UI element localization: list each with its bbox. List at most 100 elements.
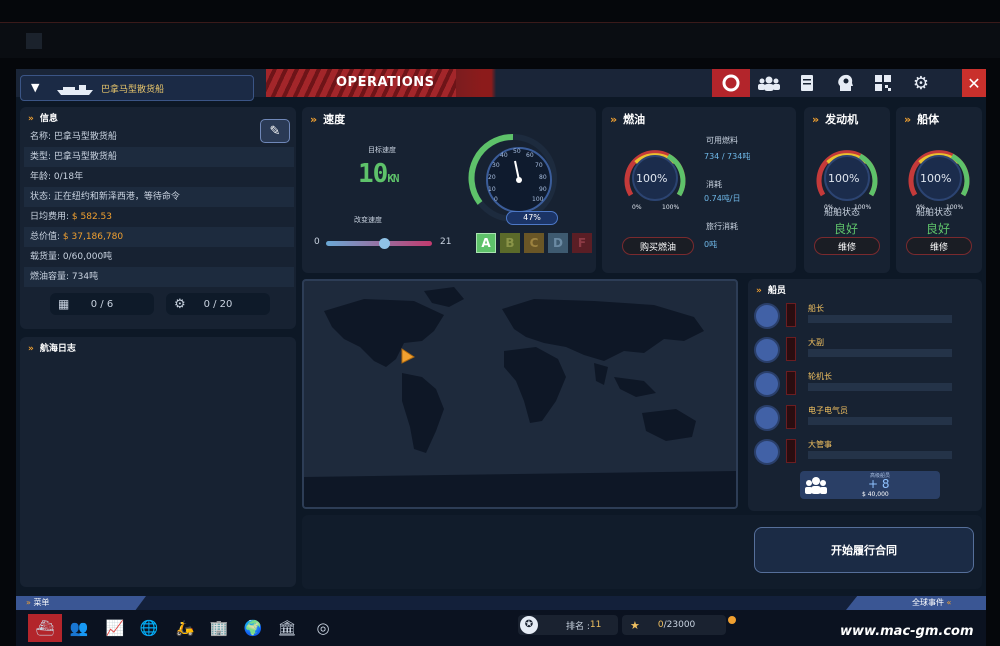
hire-crew-button[interactable]: 高级船员 + 8 $ 40,000 bbox=[800, 471, 940, 499]
stats-menu-button[interactable]: 📈 bbox=[98, 614, 132, 642]
grade-f-button[interactable]: F bbox=[572, 233, 592, 253]
grade-c-button[interactable]: C bbox=[524, 233, 544, 253]
gauge-tick-0: 0 bbox=[494, 196, 498, 203]
world-menu-button[interactable]: 🌍 bbox=[236, 614, 270, 642]
crew-slots[interactable]: ▦ 0 / 6 bbox=[50, 293, 154, 315]
crew-panel: » 船员 船长 大副 轮机长 电子电气员 大管事 高级船员 + 8 $ 40,0… bbox=[748, 279, 982, 511]
info-row-cargo: 载货量: 0/60,000吨 bbox=[30, 252, 113, 262]
grade-b-button[interactable]: B bbox=[500, 233, 520, 253]
fuel-available-label: 可用燃料 bbox=[706, 136, 738, 145]
gauge-tick-10: 10 bbox=[488, 186, 496, 193]
menu-label: » 菜单 bbox=[26, 598, 50, 607]
upgrade-slots[interactable]: ⚙ 0 / 20 bbox=[166, 293, 270, 315]
hull-title: » 船体 bbox=[904, 113, 940, 126]
people-menu-button[interactable]: 👥 bbox=[62, 614, 96, 642]
fuel-consume-label: 消耗 bbox=[706, 180, 722, 189]
speed-panel: » 速度 目标速度 10KN 改变速度 0 21 0 10 20 30 40 50 bbox=[302, 107, 596, 273]
qr-code-icon: ▦ bbox=[58, 297, 70, 311]
ship-icon: ⛴ bbox=[35, 619, 55, 637]
info-panel: » 信息 ✎ 名称: 巴拿马型散货船 类型: 巴拿马型散货船 年龄: 0/18年 … bbox=[20, 107, 296, 329]
avatar bbox=[754, 405, 780, 431]
buy-fuel-button[interactable]: 购买燃油 bbox=[622, 237, 694, 255]
crew-slot bbox=[808, 383, 952, 391]
ship-selector[interactable]: ▼ 巴拿马型散货船 bbox=[20, 75, 254, 101]
window-title: OPERATIONS bbox=[336, 75, 435, 90]
crew-member-electrician[interactable]: 电子电气员 bbox=[754, 405, 976, 433]
hire-cost: $ 40,000 bbox=[862, 491, 889, 498]
globe-menu-button[interactable]: 🌐 bbox=[132, 614, 166, 642]
world-map[interactable] bbox=[302, 279, 738, 509]
transport-menu-button[interactable]: 🛵 bbox=[168, 614, 202, 642]
qr-tab[interactable] bbox=[864, 69, 902, 97]
engine-panel: » 发动机 100% 0% 100% 船舶状态 良好 维修 bbox=[804, 107, 890, 273]
crew-member-first-mate[interactable]: 大副 bbox=[754, 337, 976, 365]
world-map-land bbox=[304, 287, 736, 507]
crew-member-captain[interactable]: 船长 bbox=[754, 303, 976, 331]
qr-code-icon bbox=[875, 75, 891, 91]
info-row-fuel: 燃油容量: 734吨 bbox=[24, 267, 294, 287]
speed-slider[interactable] bbox=[326, 238, 432, 249]
engine-repair-button[interactable]: 维修 bbox=[814, 237, 880, 255]
lifebuoy-menu-button[interactable]: ◎ bbox=[306, 614, 340, 642]
crew-role: 船长 bbox=[808, 304, 824, 313]
game-screen: OPERATIONS ▼ 巴拿马型散货船 ⚙ ✕ » 信息 ✎ 名称: 巴拿马型… bbox=[0, 0, 1000, 646]
ship-icon bbox=[57, 85, 93, 95]
gear-icon: ⚙ bbox=[174, 296, 186, 312]
gauge-tick-90: 90 bbox=[539, 186, 547, 193]
change-speed-label: 改变速度 bbox=[354, 216, 382, 224]
ship-position-marker-icon[interactable] bbox=[400, 347, 416, 365]
fuel-gauge-value: 100% bbox=[636, 172, 668, 185]
start-contract-button[interactable]: 开始履行合同 bbox=[754, 527, 974, 573]
chevron-down-icon: ▼ bbox=[31, 81, 40, 94]
speed-title: » 速度 bbox=[310, 113, 346, 126]
hull-status: 良好 bbox=[926, 222, 951, 236]
logo-icon bbox=[26, 32, 42, 49]
settings-tab[interactable]: ⚙ bbox=[902, 69, 940, 97]
fuel-title: » 燃油 bbox=[610, 113, 646, 126]
operations-window: OPERATIONS ▼ 巴拿马型散货船 ⚙ ✕ » 信息 ✎ 名称: 巴拿马型… bbox=[16, 69, 986, 596]
crew-member-chief-engineer[interactable]: 轮机长 bbox=[754, 371, 976, 399]
rank-tag bbox=[786, 405, 796, 429]
fuel-max: 100% bbox=[662, 204, 680, 211]
grade-d-button[interactable]: D bbox=[548, 233, 568, 253]
crew-member-purser[interactable]: 大管事 bbox=[754, 439, 976, 467]
grade-a-button[interactable]: A bbox=[476, 233, 496, 253]
target-speed-label: 目标速度 bbox=[368, 146, 396, 154]
crew-slot bbox=[808, 451, 952, 459]
avatar bbox=[754, 371, 780, 397]
crew-tab[interactable] bbox=[750, 69, 788, 97]
gauge-tick-20: 20 bbox=[488, 174, 496, 181]
top-toolbar bbox=[0, 22, 1000, 58]
rank-display: ✪ 排名 : 11 bbox=[518, 615, 618, 635]
ship-menu-button[interactable]: ⛴ bbox=[28, 614, 62, 642]
buildings-menu-button[interactable]: 🏢 bbox=[202, 614, 236, 642]
gauge-tick-100: 100 bbox=[532, 196, 544, 203]
bank-menu-button[interactable]: 🏛 bbox=[270, 614, 304, 642]
world-events-label[interactable]: 全球事件 « bbox=[912, 597, 951, 608]
avatar bbox=[754, 303, 780, 329]
close-button[interactable]: ✕ bbox=[962, 69, 986, 97]
info-title: » 信息 bbox=[28, 114, 58, 124]
manager-tab[interactable] bbox=[826, 69, 864, 97]
crew-role: 轮机长 bbox=[808, 372, 832, 381]
bottom-bar: » 菜单 全球事件 « ⛴ 👥 📈 🌐 🛵 🏢 🌍 🏛 ◎ ✪ 排名 : 11 … bbox=[16, 596, 986, 646]
avatar bbox=[754, 337, 780, 363]
crew-role: 电子电气员 bbox=[808, 406, 848, 415]
fuel-trip-label: 旅行消耗 bbox=[706, 222, 738, 231]
action-panel: 开始履行合同 bbox=[302, 515, 982, 589]
rank-star-icon: ✪ bbox=[520, 616, 538, 634]
crew-slot bbox=[808, 417, 952, 425]
gauge-tick-50: 50 bbox=[513, 148, 521, 155]
operations-tab[interactable] bbox=[712, 69, 750, 97]
bottom-strip bbox=[16, 596, 986, 610]
info-row-type: 类型: 巴拿马型散货船 bbox=[24, 147, 294, 167]
gauge-tick-60: 60 bbox=[526, 152, 534, 159]
hull-repair-button[interactable]: 维修 bbox=[906, 237, 972, 255]
speed-slider-knob[interactable] bbox=[379, 238, 391, 249]
stars-display: ★ 0/23000 bbox=[622, 615, 726, 635]
documents-tab[interactable] bbox=[788, 69, 826, 97]
people-icon bbox=[805, 477, 827, 494]
lifebuoy-icon bbox=[722, 74, 740, 92]
stars-total: /23000 bbox=[663, 620, 696, 630]
hull-panel: » 船体 100% 0% 100% 船舶状态 良好 维修 bbox=[896, 107, 982, 273]
